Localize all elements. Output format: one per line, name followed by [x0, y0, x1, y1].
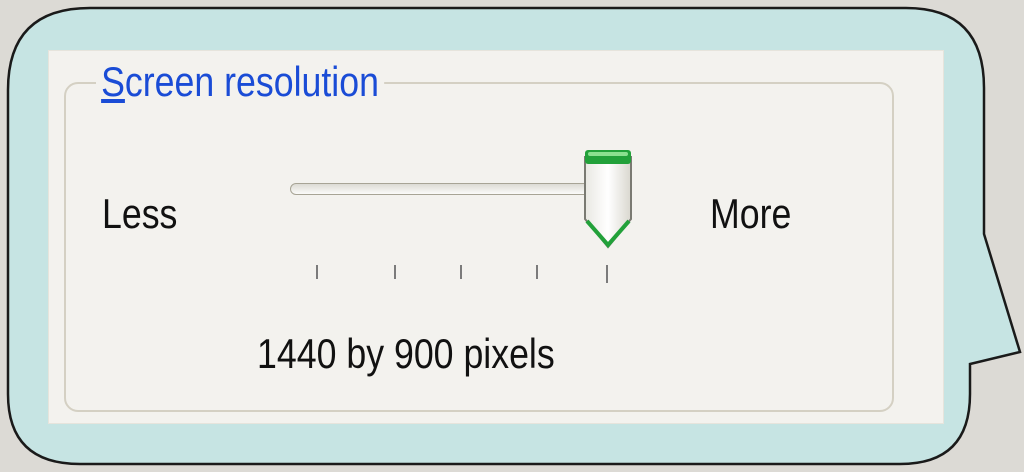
resolution-slider-track[interactable] — [290, 183, 622, 195]
resolution-slider-thumb[interactable] — [582, 147, 634, 251]
slider-ticks — [48, 265, 944, 285]
resolution-value-text: 1440 by 900 pixels — [257, 330, 555, 377]
slider-tick — [316, 265, 318, 279]
slider-tick — [606, 265, 608, 283]
slider-tick — [460, 265, 462, 279]
title-text: creen resolution — [124, 58, 379, 105]
title-mnemonic: S — [101, 58, 125, 105]
more-label: More — [710, 190, 792, 237]
slider-tick — [394, 265, 396, 279]
display-settings-panel: Screen resolution Less More 1440 by 900 … — [48, 50, 944, 424]
slider-tick — [536, 265, 538, 279]
screen-resolution-title: Screen resolution — [96, 58, 385, 106]
less-label: Less — [102, 190, 178, 237]
